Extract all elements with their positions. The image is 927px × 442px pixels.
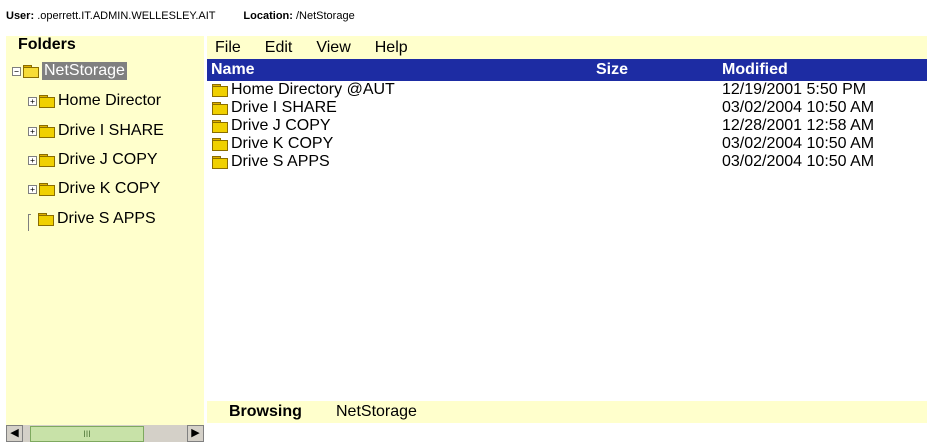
tree-item-label: Drive I SHARE xyxy=(58,122,164,139)
folder-icon xyxy=(212,84,228,97)
file-name-cell[interactable]: Drive K COPY xyxy=(211,135,333,153)
file-name-cell[interactable]: Drive S APPS xyxy=(211,153,330,171)
menu-view[interactable]: View xyxy=(316,39,350,57)
file-modified: 03/02/2004 10:50 AM xyxy=(722,135,875,152)
folder-icon xyxy=(212,138,228,151)
file-name-cell[interactable]: Drive I SHARE xyxy=(211,99,337,117)
file-name-cell[interactable]: Home Directory @AUT xyxy=(211,81,395,99)
tree-root-netstorage[interactable]: − NetStorage xyxy=(12,60,127,82)
folder-icon xyxy=(212,102,228,115)
tree-item-drive-s-apps[interactable]: Drive S APPS xyxy=(37,208,156,230)
column-modified-header[interactable]: Modified xyxy=(722,61,788,79)
scroll-thumb[interactable]: III xyxy=(30,426,144,442)
file-list: Name Size Modified Home Directory @AUT 1… xyxy=(207,59,927,171)
tree-branch-line xyxy=(28,214,31,231)
file-modified: 12/19/2001 5:50 PM xyxy=(722,81,867,98)
file-row[interactable]: Drive I SHARE 03/02/2004 10:50 AM xyxy=(207,99,927,117)
tree-item-drive-j-copy[interactable]: + Drive J COPY xyxy=(28,149,158,171)
horizontal-scrollbar[interactable]: ◀ III ▶ xyxy=(6,425,204,442)
folder-tree: Folders − NetStorage + Home Director + D… xyxy=(6,36,204,425)
column-size-header[interactable]: Size xyxy=(596,61,628,79)
folder-icon xyxy=(212,120,228,133)
scroll-left-arrow-icon[interactable]: ◀ xyxy=(6,425,23,442)
tree-item-label: Drive S APPS xyxy=(57,210,156,227)
file-name[interactable]: Drive K COPY xyxy=(231,135,333,153)
tree-item-label: Drive J COPY xyxy=(58,151,158,168)
status-label: Browsing xyxy=(229,403,302,420)
file-modified: 03/02/2004 10:50 AM xyxy=(722,99,875,116)
menu-file[interactable]: File xyxy=(215,39,241,57)
column-name-header[interactable]: Name xyxy=(211,61,255,79)
status-value: NetStorage xyxy=(336,403,417,420)
file-row[interactable]: Drive K COPY 03/02/2004 10:50 AM xyxy=(207,135,927,153)
tree-item-drive-i-share[interactable]: + Drive I SHARE xyxy=(28,120,164,142)
folder-icon xyxy=(39,183,55,196)
folder-icon xyxy=(38,213,54,226)
folders-panel: Folders − NetStorage + Home Director + D… xyxy=(6,36,204,425)
scroll-grip: III xyxy=(83,429,91,439)
file-modified: 03/02/2004 10:50 AM xyxy=(722,153,875,170)
menu-help[interactable]: Help xyxy=(375,39,408,57)
collapse-icon[interactable]: − xyxy=(12,66,21,76)
folder-icon xyxy=(212,156,228,169)
folders-title: Folders xyxy=(18,36,76,53)
user-location-bar: User: .operrett.IT.ADMIN.WELLESLEY.AIT L… xyxy=(6,10,355,22)
expand-icon[interactable]: + xyxy=(28,155,37,165)
folder-icon xyxy=(39,95,55,108)
menu-edit[interactable]: Edit xyxy=(265,39,293,57)
file-name-cell[interactable]: Drive J COPY xyxy=(211,117,331,135)
user-value: .operrett.IT.ADMIN.WELLESLEY.AIT xyxy=(37,10,216,22)
file-row[interactable]: Drive J COPY 12/28/2001 12:58 AM xyxy=(207,117,927,135)
location-label: Location: xyxy=(243,10,293,22)
scroll-right-arrow-icon[interactable]: ▶ xyxy=(187,425,204,442)
file-name[interactable]: Drive J COPY xyxy=(231,117,331,135)
tree-item-label: Home Director xyxy=(58,92,162,109)
file-name[interactable]: Home Directory @AUT xyxy=(231,81,395,99)
file-name[interactable]: Drive I SHARE xyxy=(231,99,337,117)
file-row[interactable]: Home Directory @AUT 12/19/2001 5:50 PM xyxy=(207,81,927,99)
tree-item-home-directory[interactable]: + Home Director xyxy=(28,90,161,112)
file-list-header: Name Size Modified xyxy=(207,59,927,81)
tree-item-label: Drive K COPY xyxy=(58,180,161,197)
file-name[interactable]: Drive S APPS xyxy=(231,153,330,171)
folder-icon xyxy=(39,154,55,167)
folder-icon xyxy=(39,125,55,138)
expand-icon[interactable]: + xyxy=(28,126,37,136)
expand-icon[interactable]: + xyxy=(28,96,37,106)
location-value: /NetStorage xyxy=(295,10,355,22)
open-folder-icon xyxy=(23,65,39,78)
tree-item-drive-k-copy[interactable]: + Drive K COPY xyxy=(28,178,160,200)
file-row[interactable]: Drive S APPS 03/02/2004 10:50 AM xyxy=(207,153,927,171)
status-bar: Browsing NetStorage xyxy=(207,401,927,423)
user-label: User: xyxy=(6,10,35,22)
menu-bar: File Edit View Help xyxy=(207,36,927,59)
file-modified: 12/28/2001 12:58 AM xyxy=(722,117,875,134)
expand-icon[interactable]: + xyxy=(28,184,37,194)
tree-root-label: NetStorage xyxy=(42,62,127,80)
